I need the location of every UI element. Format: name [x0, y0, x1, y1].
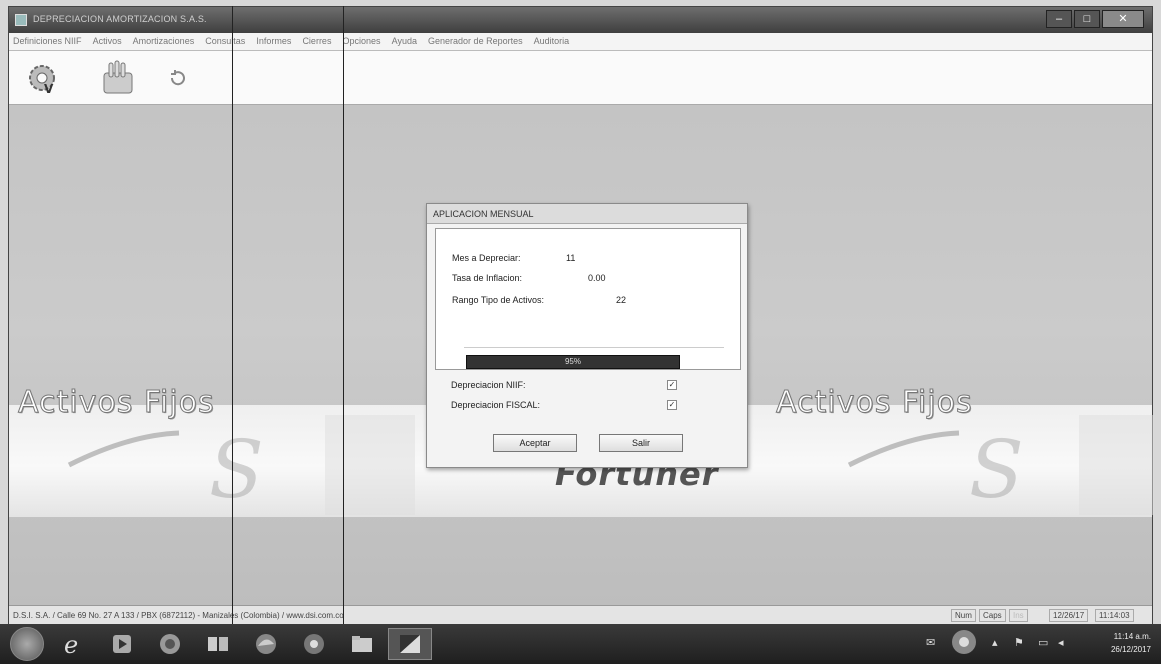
- dialog-title: APLICACION MENSUAL: [427, 204, 747, 224]
- menu-auditoria[interactable]: Auditoria: [530, 33, 574, 46]
- status-bar: D.S.I. S.A. / Calle 69 No. 27 A 133 / PB…: [9, 605, 1152, 625]
- rango-value[interactable]: 22: [616, 295, 626, 305]
- dep-fiscal-label: Depreciacion FISCAL:: [451, 400, 541, 410]
- rango-label: Rango Tipo de Activos:: [452, 295, 545, 305]
- aplicacion-mensual-dialog: APLICACION MENSUAL Mes a Depreciar: 11 T…: [426, 203, 748, 468]
- scan-line: [343, 6, 344, 626]
- clock-time: 11:14 a.m.: [1113, 632, 1151, 641]
- panel-divider: [464, 347, 724, 348]
- volume-icon[interactable]: ◂: [1058, 636, 1064, 649]
- library-icon[interactable]: [196, 628, 240, 660]
- brand-left: Activos Fijos: [18, 385, 215, 421]
- svg-text:S: S: [209, 423, 264, 516]
- menu-generador-reportes[interactable]: Generador de Reportes: [424, 33, 527, 46]
- menu-ayuda[interactable]: Ayuda: [388, 33, 421, 46]
- browser-icon[interactable]: [148, 628, 192, 660]
- parameters-panel: Mes a Depreciar: 11 Tasa de Inflacion: 0…: [435, 228, 741, 370]
- company-info: D.S.I. S.A. / Calle 69 No. 27 A 133 / PB…: [13, 611, 344, 620]
- status-date: 12/26/17: [1049, 609, 1089, 622]
- ins-indicator: Ins: [1009, 609, 1028, 622]
- status-time: 11:14:03: [1095, 609, 1134, 622]
- firefox-icon[interactable]: [244, 628, 288, 660]
- app-icon[interactable]: [388, 628, 432, 660]
- caps-indicator: Caps: [979, 609, 1006, 622]
- dep-fiscal-checkbox[interactable]: ✓: [667, 400, 677, 410]
- tasa-value[interactable]: 0.00: [588, 273, 606, 283]
- svg-text:S: S: [969, 423, 1024, 516]
- menu-informes[interactable]: Informes: [252, 33, 295, 46]
- refresh-icon[interactable]: [155, 57, 201, 99]
- tray-app-icon[interactable]: [950, 628, 978, 659]
- title-bar: DEPRECIACION AMORTIZACION S.A.S. – □ ✕: [9, 7, 1152, 33]
- tray-arrow-icon[interactable]: ▴: [992, 636, 998, 649]
- explorer-icon[interactable]: e: [52, 628, 96, 660]
- maximize-button[interactable]: □: [1074, 10, 1100, 28]
- folder-icon[interactable]: [340, 628, 384, 660]
- mes-label: Mes a Depreciar:: [452, 253, 521, 263]
- network-icon[interactable]: ▭: [1038, 636, 1048, 649]
- menu-bar: Definiciones NIIF Activos Amortizaciones…: [9, 33, 1152, 51]
- media-player-icon[interactable]: [100, 628, 144, 660]
- progress-bar: 95%: [466, 355, 680, 369]
- num-indicator: Num: [951, 609, 976, 622]
- dep-niif-label: Depreciacion NIIF:: [451, 380, 526, 390]
- menu-cierres[interactable]: Cierres: [298, 33, 335, 46]
- flag-icon[interactable]: ⚑: [1014, 636, 1024, 649]
- clock-date: 26/12/2017: [1110, 645, 1151, 654]
- close-button[interactable]: ✕: [1102, 10, 1144, 28]
- start-button[interactable]: [10, 627, 44, 661]
- app-icon: [15, 14, 27, 26]
- scan-line: [232, 6, 233, 626]
- menu-opciones[interactable]: Opciones: [339, 33, 385, 46]
- minimize-button[interactable]: –: [1046, 10, 1072, 28]
- toolbar: V: [9, 51, 1152, 105]
- menu-consultas[interactable]: Consultas: [201, 33, 249, 46]
- chrome-icon[interactable]: [292, 628, 336, 660]
- aceptar-button[interactable]: Aceptar: [493, 434, 577, 452]
- dep-niif-checkbox[interactable]: ✓: [667, 380, 677, 390]
- hand-icon[interactable]: [95, 57, 141, 99]
- gear-icon[interactable]: V: [19, 57, 65, 99]
- svg-text:e: e: [64, 631, 78, 657]
- tasa-label: Tasa de Inflacion:: [452, 273, 523, 283]
- menu-definiciones-niif[interactable]: Definiciones NIIF: [9, 33, 86, 46]
- mes-value[interactable]: 11: [566, 253, 575, 263]
- menu-activos[interactable]: Activos: [89, 33, 126, 46]
- salir-button[interactable]: Salir: [599, 434, 683, 452]
- svg-text:V: V: [44, 82, 54, 96]
- window-title: DEPRECIACION AMORTIZACION S.A.S.: [33, 14, 207, 24]
- brand-right: Activos Fijos: [776, 385, 973, 421]
- system-clock[interactable]: 11:14 a.m. 26/12/2017: [1111, 630, 1151, 656]
- taskbar: e ✉ ▴ ⚑ ▭ ◂ 11:14 a.m. 26/12/2017: [0, 624, 1161, 664]
- menu-amortizaciones[interactable]: Amortizaciones: [129, 33, 199, 46]
- keyboard-icon[interactable]: ✉: [926, 636, 935, 649]
